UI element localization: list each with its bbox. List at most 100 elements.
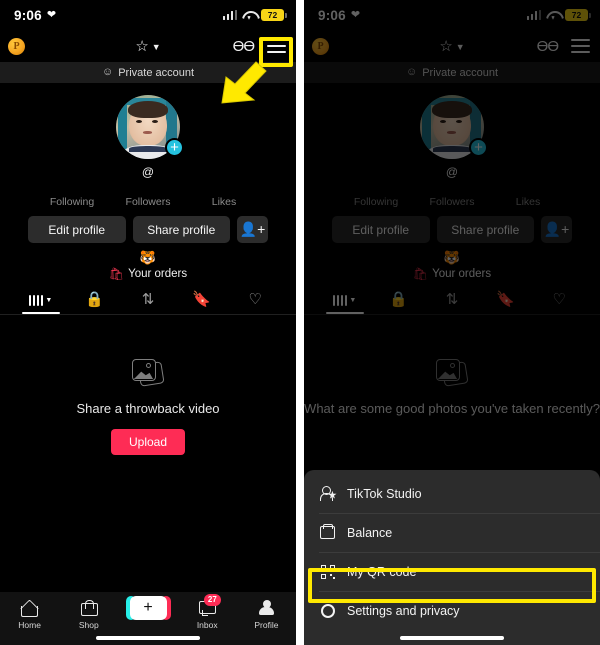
lock-icon: 🔒 xyxy=(85,291,104,308)
shopping-bag-icon: 🛍 xyxy=(108,267,125,281)
your-orders-link[interactable]: 🛍 Your orders xyxy=(304,268,600,280)
qr-code-icon xyxy=(319,563,336,580)
nav-label: Shop xyxy=(78,620,99,630)
chevron-down-icon[interactable]: ▼ xyxy=(456,42,465,52)
hamburger-menu-icon[interactable] xyxy=(571,39,590,53)
tab-saved[interactable]: 🔖 xyxy=(175,292,229,314)
shopping-bag-icon xyxy=(81,599,99,617)
tab-grid[interactable]: ▼ xyxy=(14,292,68,314)
repost-icon: ⇅ xyxy=(445,291,459,308)
menu-item-settings-and-privacy[interactable]: Settings and privacy xyxy=(304,591,600,630)
wifi-icon xyxy=(546,10,560,21)
chevron-down-icon[interactable]: ▼ xyxy=(152,42,161,52)
menu-item-label: TikTok Studio xyxy=(347,486,422,501)
screenshot-stage: 9:06 ❤ 72 P ☆ ▼ ӨӨ ☺ Private account + @… xyxy=(0,0,600,645)
create-plus-icon: + xyxy=(125,596,171,620)
status-bar-left: 9:06 ❤ xyxy=(14,8,56,23)
home-indicator xyxy=(96,636,200,640)
grid-bars-icon xyxy=(333,294,348,306)
bottom-nav-row: Home Shop + 27 Inbox Profile xyxy=(0,594,296,630)
status-bar-right: 72 xyxy=(222,9,287,21)
heart-slash-icon: ♡ xyxy=(248,291,262,308)
photo-stack-icon xyxy=(435,359,469,389)
coin-badge[interactable]: P xyxy=(8,37,25,55)
stat-likes[interactable]: Likes xyxy=(490,196,566,208)
gear-icon xyxy=(319,602,336,619)
battery-indicator: 72 xyxy=(261,9,287,21)
upload-button[interactable]: Upload xyxy=(110,428,186,455)
chevron-down-icon: ▼ xyxy=(45,296,53,304)
phone-screen-right: 9:06 ❤ 72 P ☆ ▼ ӨӨ ☺ Private account + @… xyxy=(304,0,600,645)
empty-state-left: Share a throwback video Upload xyxy=(0,315,296,455)
person-lock-icon: ☺ xyxy=(405,66,418,78)
menu-item-label: Settings and privacy xyxy=(347,603,460,618)
footprints-icon[interactable]: ӨӨ xyxy=(233,39,255,54)
stat-label: Likes xyxy=(515,196,541,208)
bookmark-slash-icon: 🔖 xyxy=(496,291,515,308)
share-profile-button[interactable]: Share profile xyxy=(436,216,534,243)
avatar-wrapper[interactable]: + xyxy=(116,95,184,159)
tab-liked[interactable]: ♡ xyxy=(532,292,586,314)
status-bar: 9:06 ❤ 72 xyxy=(0,0,296,30)
menu-item-my-qr-code[interactable]: My QR code xyxy=(304,552,600,591)
person-lock-icon: ☺ xyxy=(101,66,114,78)
tab-private[interactable]: 🔒 xyxy=(68,292,122,314)
phone-screen-left: 9:06 ❤ 72 P ☆ ▼ ӨӨ ☺ Private account + @… xyxy=(0,0,296,645)
nav-inbox[interactable]: 27 Inbox xyxy=(178,594,237,630)
profile-handle: @ xyxy=(141,165,155,179)
profile-handle: @ xyxy=(445,165,459,179)
empty-state-text: What are some good photos you've taken r… xyxy=(304,401,600,416)
chevron-down-icon: ▼ xyxy=(349,296,357,304)
your-orders-link[interactable]: 🛍 Your orders xyxy=(0,268,296,280)
add-person-icon[interactable]: 👤+ xyxy=(541,216,572,243)
tab-reposts[interactable]: ⇅ xyxy=(425,292,479,314)
profile-actions: Edit profile Share profile 👤+ xyxy=(0,216,296,243)
home-icon xyxy=(21,599,39,617)
tab-private[interactable]: 🔒 xyxy=(372,292,426,314)
private-account-strip[interactable]: ☺ Private account xyxy=(0,62,296,83)
edit-profile-button[interactable]: Edit profile xyxy=(28,216,126,243)
stat-following[interactable]: Following xyxy=(338,196,414,208)
cellular-signal-icon xyxy=(526,10,541,20)
content-tabs: ▼ 🔒 ⇅ 🔖 ♡ xyxy=(0,292,296,314)
avatar-wrapper[interactable]: + xyxy=(420,95,488,159)
hamburger-menu-icon[interactable] xyxy=(267,39,286,53)
coin-badge[interactable]: P xyxy=(312,37,329,55)
add-photo-icon[interactable]: + xyxy=(469,138,488,157)
tab-liked[interactable]: ♡ xyxy=(228,292,282,314)
stat-following[interactable]: Following xyxy=(34,196,110,208)
nav-shop[interactable]: Shop xyxy=(59,599,118,630)
star-icon[interactable]: ☆ xyxy=(135,39,148,54)
tab-saved[interactable]: 🔖 xyxy=(479,292,533,314)
share-profile-button[interactable]: Share profile xyxy=(132,216,230,243)
status-bar-right: 72 xyxy=(526,9,591,21)
nav-profile[interactable]: Profile xyxy=(237,599,296,630)
add-photo-icon[interactable]: + xyxy=(165,138,184,157)
app-header: P ☆ ▼ ӨӨ xyxy=(0,30,296,62)
menu-item-tiktok-studio[interactable]: ★ TikTok Studio xyxy=(304,474,600,513)
menu-item-balance[interactable]: Balance xyxy=(304,513,600,552)
stat-likes[interactable]: Likes xyxy=(186,196,262,208)
stat-followers[interactable]: Followers xyxy=(110,196,186,208)
repost-icon: ⇅ xyxy=(141,291,155,308)
tab-grid[interactable]: ▼ xyxy=(318,292,372,314)
battery-level: 72 xyxy=(571,9,582,20)
nav-create[interactable]: + xyxy=(118,596,177,620)
add-person-icon[interactable]: 👤+ xyxy=(237,216,268,243)
cellular-signal-icon xyxy=(222,10,237,20)
footprints-icon[interactable]: ӨӨ xyxy=(537,39,559,54)
battery-indicator: 72 xyxy=(565,9,591,21)
nav-home[interactable]: Home xyxy=(0,599,59,630)
private-account-strip[interactable]: ☺ Private account xyxy=(304,62,600,83)
star-icon[interactable]: ☆ xyxy=(439,39,452,54)
tab-reposts[interactable]: ⇅ xyxy=(121,292,175,314)
stat-label: Following xyxy=(49,196,95,208)
profile-section: + @ Following Followers Likes Edit profi… xyxy=(304,83,600,280)
edit-profile-button[interactable]: Edit profile xyxy=(332,216,430,243)
menu-item-label: Balance xyxy=(347,525,393,540)
nav-label: Home xyxy=(18,620,41,630)
shopping-bag-icon: 🛍 xyxy=(412,267,429,281)
stat-followers[interactable]: Followers xyxy=(414,196,490,208)
wifi-icon xyxy=(242,10,256,21)
photo-stack-icon xyxy=(131,359,165,389)
